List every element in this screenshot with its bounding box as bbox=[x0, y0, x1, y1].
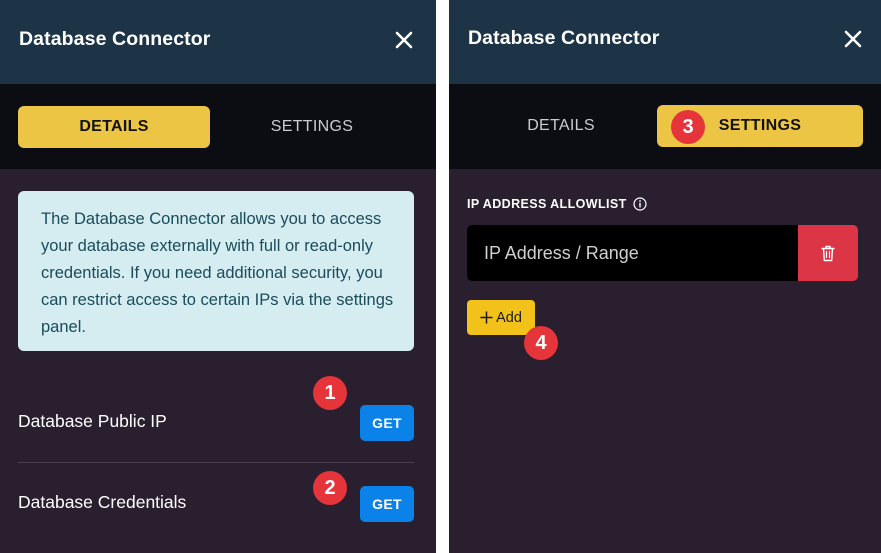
allowlist-label: IP ADDRESS ALLOWLIST bbox=[467, 197, 627, 211]
panel-title: Database Connector bbox=[468, 27, 660, 49]
plus-icon bbox=[480, 311, 493, 324]
panel-title: Database Connector bbox=[19, 28, 211, 50]
step-badge-4: 4 bbox=[524, 326, 558, 360]
tab-bar: DETAILS SETTINGS bbox=[449, 84, 881, 169]
row-divider bbox=[18, 462, 414, 463]
info-icon[interactable] bbox=[633, 197, 647, 211]
get-public-ip-button[interactable]: GET bbox=[360, 405, 414, 441]
details-panel: Database Connector DETAILS SETTINGS The … bbox=[0, 0, 436, 553]
get-credentials-button[interactable]: GET bbox=[360, 486, 414, 522]
step-badge-2: 2 bbox=[313, 471, 347, 505]
close-icon[interactable] bbox=[843, 29, 863, 49]
allowlist-heading: IP ADDRESS ALLOWLIST bbox=[467, 197, 647, 211]
tab-settings[interactable]: SETTINGS bbox=[214, 106, 410, 148]
delete-ip-button[interactable] bbox=[798, 225, 858, 281]
ip-address-input[interactable] bbox=[467, 225, 798, 281]
step-badge-3: 3 bbox=[671, 110, 705, 144]
credentials-label: Database Credentials bbox=[18, 492, 187, 512]
info-message: The Database Connector allows you to acc… bbox=[18, 191, 414, 351]
tab-details[interactable]: DETAILS bbox=[18, 106, 210, 148]
close-icon[interactable] bbox=[394, 30, 414, 50]
tab-bar: DETAILS SETTINGS bbox=[0, 84, 436, 169]
public-ip-label: Database Public IP bbox=[18, 411, 167, 431]
tab-details[interactable]: DETAILS bbox=[461, 105, 661, 147]
add-label: Add bbox=[496, 309, 522, 326]
step-badge-1: 1 bbox=[313, 376, 347, 410]
settings-panel: Database Connector DETAILS SETTINGS 3 IP… bbox=[449, 0, 881, 553]
panel-header: Database Connector bbox=[0, 0, 436, 84]
trash-icon bbox=[821, 245, 835, 261]
add-ip-button[interactable]: Add bbox=[467, 300, 535, 335]
panel-header: Database Connector bbox=[449, 0, 881, 84]
